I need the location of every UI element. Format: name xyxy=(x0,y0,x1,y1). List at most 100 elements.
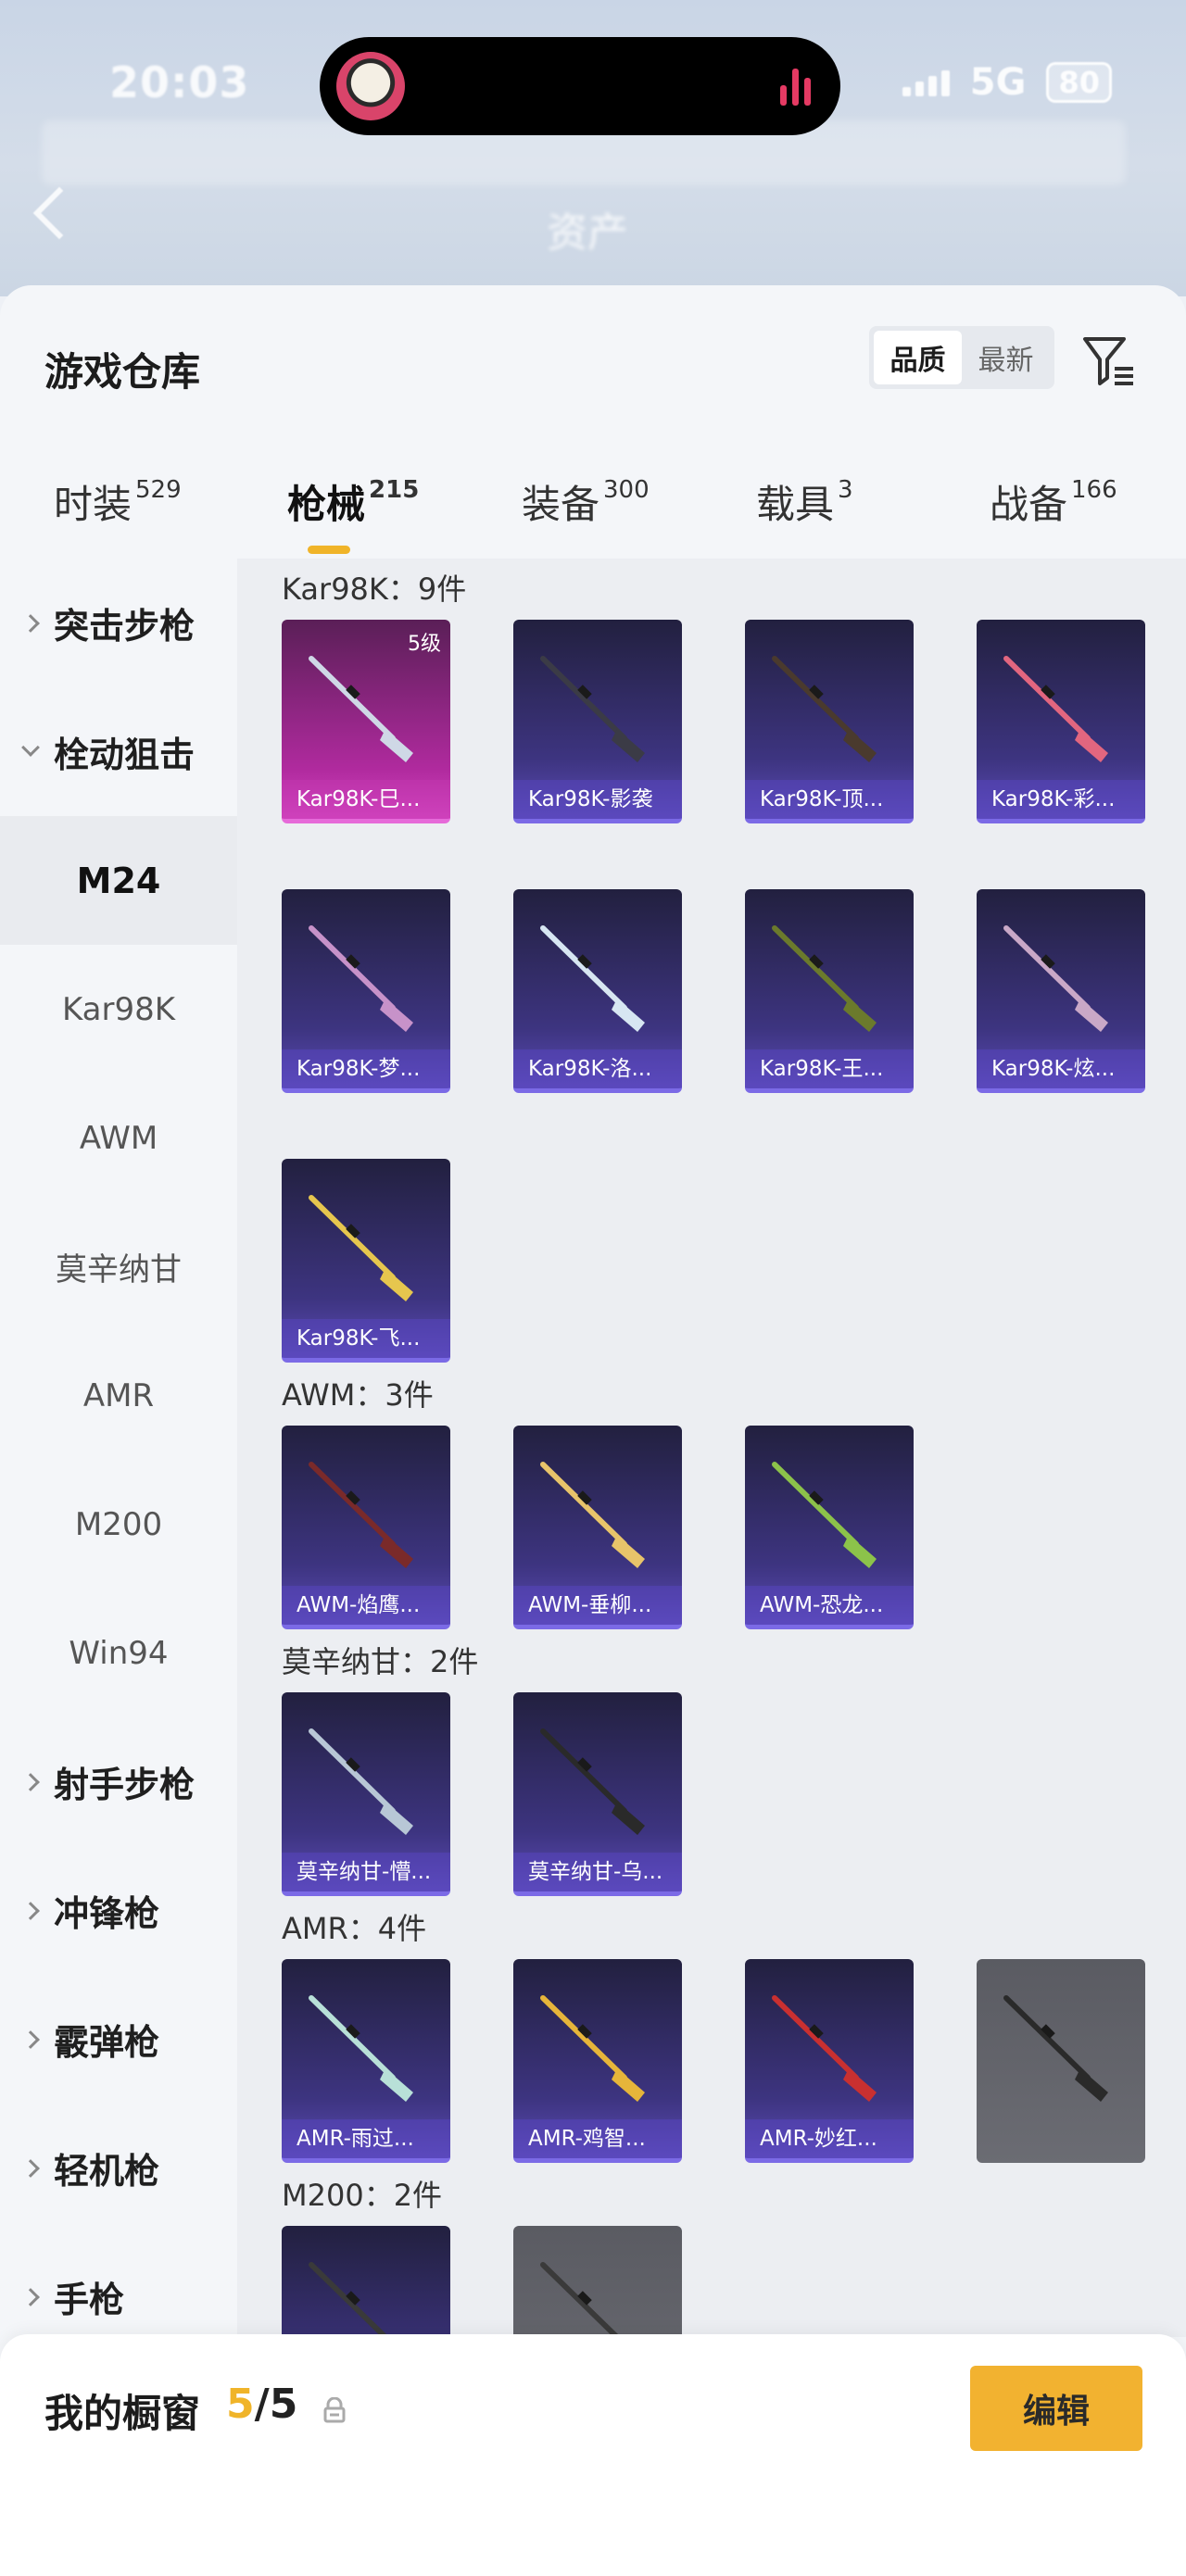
weapon-skin-name: 莫辛纳甘-懵... xyxy=(282,1853,450,1891)
sidebar-item-label: 射手步枪 xyxy=(54,1765,196,1805)
sort-toggle: 品质 最新 xyxy=(869,326,1054,389)
signal-icon xyxy=(902,69,950,96)
chevron-right-icon xyxy=(21,1901,40,1920)
sidebar-item-label: M24 xyxy=(76,860,161,901)
item-grid: Kar98K：9件 5级 Kar98K-巳... Kar98K-影袭 Kar98K-顶.… xyxy=(237,559,1186,2337)
back-arrow-icon[interactable] xyxy=(32,186,86,240)
sidebar-item-label: Kar98K xyxy=(61,990,176,1028)
rifle-icon xyxy=(309,1995,413,2102)
sidebar-item-shotgun[interactable]: 霰弹枪 xyxy=(0,1975,237,2104)
weapon-skin-name: AWM-焰鹰... xyxy=(282,1586,450,1625)
status-time: 20:03 xyxy=(109,57,250,107)
tab-count: 3 xyxy=(838,476,853,504)
rifle-icon xyxy=(540,656,645,762)
weapon-skin-card[interactable]: 5级 Kar98K-巳... xyxy=(282,620,450,823)
section-label: AMR：4件 xyxy=(282,1911,427,1946)
weapon-skin-card[interactable]: AMR-雨过... xyxy=(282,1959,450,2163)
tab-count: 166 xyxy=(1071,476,1117,504)
section-label: Kar98K：9件 xyxy=(282,572,467,607)
weapon-skin-card[interactable] xyxy=(282,2226,450,2337)
filter-icon[interactable] xyxy=(1079,332,1139,391)
sidebar-item-marksman-rifle[interactable]: 射手步枪 xyxy=(0,1717,237,1846)
sidebar-item-m24[interactable]: M24 xyxy=(0,816,237,945)
tab-label: 载具 xyxy=(756,482,835,527)
lock-icon xyxy=(323,2397,346,2423)
weapon-skin-name: AWM-垂柳... xyxy=(513,1586,682,1625)
rifle-icon xyxy=(540,1728,645,1835)
dynamic-island xyxy=(320,37,840,135)
warehouse-sheet: 游戏仓库 品质 最新 时装 529 枪械 215 装备 300 载具 3 战备 166 突… xyxy=(0,285,1186,2576)
sidebar-item-kar98k[interactable]: Kar98K xyxy=(0,945,237,1074)
sort-quality-button[interactable]: 品质 xyxy=(874,331,962,384)
sidebar-item-win94[interactable]: Win94 xyxy=(0,1589,237,1717)
weapon-skin-card[interactable]: Kar98K-顶... xyxy=(745,620,914,823)
network-label: 5G xyxy=(969,61,1027,104)
page-title: 游戏仓库 xyxy=(44,349,201,395)
sidebar-item-label: 栓动狙击 xyxy=(54,735,196,775)
weapon-skin-card[interactable]: Kar98K-飞... xyxy=(282,1159,450,1363)
tab-equipment[interactable]: 装备 300 xyxy=(522,473,650,530)
tab-count: 529 xyxy=(135,476,182,504)
tab-label: 装备 xyxy=(522,482,600,527)
sidebar-item-label: 轻机枪 xyxy=(54,2151,160,2192)
sidebar-item-smg[interactable]: 冲锋枪 xyxy=(0,1846,237,1975)
avatar xyxy=(336,52,405,120)
sort-newest-button[interactable]: 最新 xyxy=(962,331,1050,384)
weapon-skin-name: Kar98K-顶... xyxy=(745,780,914,819)
rifle-icon xyxy=(772,656,877,762)
status-indicators: 5G 80 xyxy=(902,61,1112,104)
rifle-icon xyxy=(1003,925,1108,1032)
tab-label: 枪械 xyxy=(287,482,366,527)
rifle-icon xyxy=(1003,656,1108,762)
weapon-skin-card[interactable]: Kar98K-梦... xyxy=(282,889,450,1093)
weapon-skin-card[interactable]: Kar98K-洛... xyxy=(513,889,682,1093)
weapon-skin-name: Kar98K-炫... xyxy=(977,1049,1145,1088)
weapon-skin-name: Kar98K-影袭 xyxy=(513,780,682,819)
weapon-skin-card[interactable]: AWM-恐龙... xyxy=(745,1426,914,1629)
sidebar-item-amr[interactable]: AMR xyxy=(0,1331,237,1460)
sidebar-item-m200[interactable]: M200 xyxy=(0,1460,237,1589)
weapon-skin-card[interactable] xyxy=(513,2226,682,2337)
section-label: AWM：3件 xyxy=(282,1377,434,1413)
weapon-skin-name: Kar98K-梦... xyxy=(282,1049,450,1088)
weapon-skin-card[interactable]: Kar98K-彩... xyxy=(977,620,1145,823)
weapon-skin-card[interactable]: Kar98K-影袭 xyxy=(513,620,682,823)
tab-guns[interactable]: 枪械 215 xyxy=(287,473,420,554)
sidebar-item-label: AWM xyxy=(79,1119,158,1157)
weapon-skin-card[interactable]: 莫辛纳甘-懵... xyxy=(282,1692,450,1896)
sidebar-item-bolt-sniper[interactable]: 栓动狙击 xyxy=(0,687,237,816)
tab-supplies[interactable]: 战备 166 xyxy=(990,473,1117,530)
showcase-label: 我的橱窗 xyxy=(44,2391,201,2436)
weapon-skin-name: Kar98K-飞... xyxy=(282,1319,450,1358)
tab-fashion[interactable]: 时装 529 xyxy=(54,473,182,530)
weapon-skin-card[interactable]: AMR-妙红... xyxy=(745,1959,914,2163)
weapon-skin-card[interactable]: AWM-垂柳... xyxy=(513,1426,682,1629)
weapon-skin-name: AWM-恐龙... xyxy=(745,1586,914,1625)
sidebar-item-mosin[interactable]: 莫辛纳甘 xyxy=(0,1202,237,1331)
weapon-skin-card[interactable]: AWM-焰鹰... xyxy=(282,1426,450,1629)
sidebar-item-lmg[interactable]: 轻机枪 xyxy=(0,2104,237,2232)
tab-count: 300 xyxy=(603,476,650,504)
weapon-skin-name: 莫辛纳甘-乌... xyxy=(513,1853,682,1891)
showcase-separator: / xyxy=(254,2381,270,2428)
weapon-skin-card[interactable]: Kar98K-王... xyxy=(745,889,914,1093)
rifle-icon xyxy=(1003,1995,1108,2102)
rifle-icon xyxy=(540,925,645,1032)
sidebar-item-assault-rifle[interactable]: 突击步枪 xyxy=(0,559,237,687)
rifle-icon xyxy=(772,925,877,1032)
weapon-skin-card[interactable]: 莫辛纳甘-乌... xyxy=(513,1692,682,1896)
sidebar-item-label: AMR xyxy=(82,1376,155,1414)
weapon-skin-card[interactable]: Kar98K-炫... xyxy=(977,889,1145,1093)
sidebar-item-label: 冲锋枪 xyxy=(54,1893,160,1934)
weapon-skin-card[interactable] xyxy=(977,1959,1145,2163)
audio-bars-icon xyxy=(780,67,811,106)
edit-button[interactable]: 编辑 xyxy=(970,2366,1142,2451)
weapon-skin-card[interactable]: AMR-鸡智... xyxy=(513,1959,682,2163)
rifle-icon xyxy=(772,1462,877,1568)
sidebar-item-awm[interactable]: AWM xyxy=(0,1074,237,1202)
weapon-skin-name: Kar98K-巳... xyxy=(282,780,450,819)
chevron-right-icon xyxy=(21,2029,40,2049)
tab-vehicles[interactable]: 载具 3 xyxy=(756,473,853,530)
section-label: M200：2件 xyxy=(282,2178,443,2213)
tab-count: 215 xyxy=(369,476,420,504)
